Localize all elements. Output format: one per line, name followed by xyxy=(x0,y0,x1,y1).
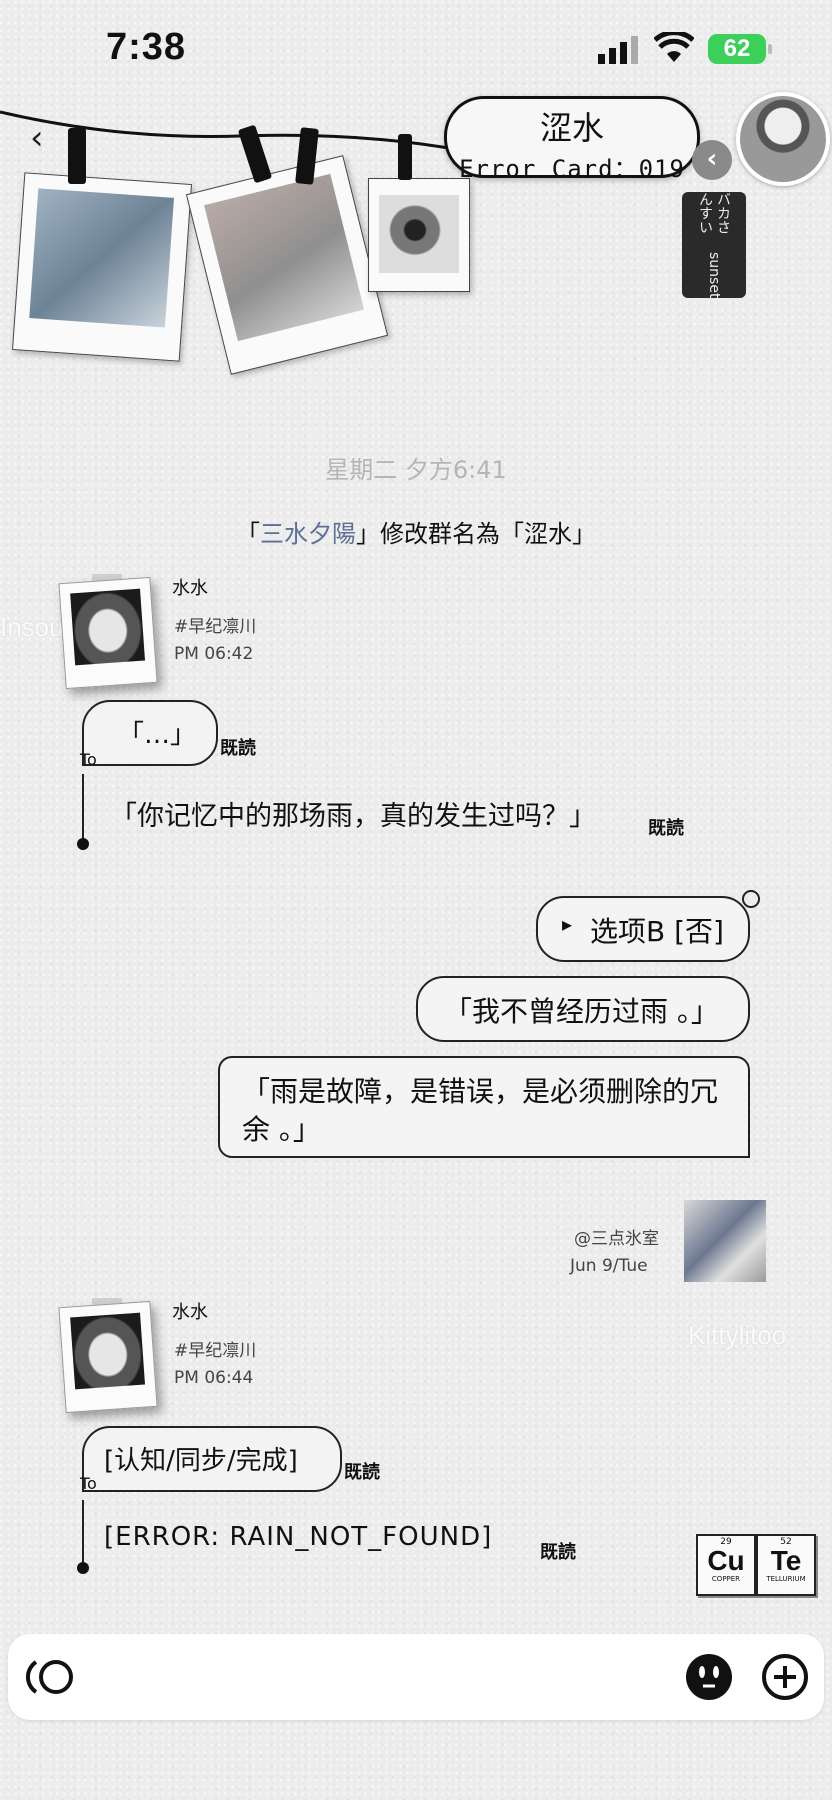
group-name: 涩水 xyxy=(539,109,604,147)
polaroid-eye xyxy=(368,178,470,292)
read-receipt: 既読 xyxy=(648,818,684,839)
avatar-photo xyxy=(70,588,146,666)
status-time: 7:38 xyxy=(106,26,187,68)
quote-text[interactable]: 「你记忆中的那场雨，真的发生过吗？」 xyxy=(110,794,596,833)
message-line-2: 余 。」 xyxy=(242,1113,321,1146)
sender-name: 水水 xyxy=(172,1302,208,1323)
to-label: To xyxy=(80,1474,97,1493)
sticker-tellurium: 52 Te TELLURIUM xyxy=(756,1534,816,1596)
voice-icon[interactable] xyxy=(22,1654,78,1704)
thread-dot xyxy=(77,1562,89,1574)
element-symbol: Cu xyxy=(707,1545,745,1576)
notice-username[interactable]: 三水夕陽 xyxy=(260,520,356,548)
notice-suffix: 」修改群名為「涩水」 xyxy=(356,520,596,548)
self-handle: @三点氷室 xyxy=(574,1229,659,1249)
to-label: To xyxy=(80,750,97,769)
message-text: [认知/同步/完成] xyxy=(104,1446,298,1476)
status-circle xyxy=(742,890,760,908)
outgoing-bubble-long[interactable]: 「雨是故障，是错误，是必须删除的冗 余 。」 xyxy=(218,1056,750,1158)
quote-text[interactable]: [ERROR: RAIN_NOT_FOUND] xyxy=(104,1522,492,1552)
element-name: COPPER xyxy=(711,1575,741,1583)
system-notice: 「三水夕陽」修改群名為「涩水」 xyxy=(0,514,832,549)
sender-tag: #早纪凛川 xyxy=(174,1341,257,1361)
watermark-right: Kittylitoo xyxy=(688,1320,787,1350)
polaroid-notebook xyxy=(185,155,389,375)
signal-icon xyxy=(598,36,642,68)
group-title-pill[interactable]: 涩水 Error Card：019 xyxy=(444,96,700,183)
message-bubble[interactable]: [认知/同步/完成] xyxy=(82,1426,342,1492)
self-avatar[interactable] xyxy=(684,1200,766,1282)
element-symbol: Te xyxy=(770,1545,802,1576)
message-bubble[interactable]: 「…」 xyxy=(82,700,218,766)
wifi-icon xyxy=(653,30,695,68)
message-text: 「…」 xyxy=(118,720,197,750)
thread-line xyxy=(82,1500,84,1568)
side-tab-jp: バカさんすい xyxy=(697,192,731,234)
polaroid-camera xyxy=(11,172,193,362)
clip-1 xyxy=(68,128,86,184)
input-bar[interactable] xyxy=(8,1634,824,1720)
sender-name: 水水 xyxy=(172,578,208,599)
group-avatar[interactable] xyxy=(736,92,830,186)
collapse-chevron-icon[interactable]: ‹ xyxy=(692,140,732,180)
message-line-1: 「雨是故障，是错误，是必须删除的冗 xyxy=(242,1075,719,1108)
read-receipt: 既読 xyxy=(540,1542,576,1563)
thread-dot xyxy=(77,838,89,850)
self-date: Jun 9/Tue xyxy=(570,1256,648,1276)
option-text: 选项B [否] xyxy=(590,915,724,948)
back-chevron-icon[interactable]: ‹ xyxy=(30,118,44,158)
avatar-photo xyxy=(70,1312,146,1390)
read-receipt: 既読 xyxy=(344,1462,380,1483)
side-tab[interactable]: バカさんすい sunset xyxy=(682,192,746,298)
emoji-icon[interactable] xyxy=(684,1652,734,1706)
sender-tag: #早纪凛川 xyxy=(174,617,257,637)
add-icon[interactable] xyxy=(760,1652,810,1706)
system-timestamp: 星期二 夕方6:41 xyxy=(325,456,507,484)
side-tab-en: sunset xyxy=(706,251,722,298)
battery-indicator: 62 xyxy=(708,34,772,64)
message-time: PM 06:42 xyxy=(174,644,254,664)
outgoing-option-bubble[interactable]: ▸ 选项B [否] xyxy=(536,896,750,962)
read-receipt: 既読 xyxy=(220,738,256,759)
clip-4 xyxy=(398,134,412,180)
play-arrow-icon: ▸ xyxy=(562,912,573,936)
element-name: TELLURIUM xyxy=(766,1575,806,1583)
avatar-sender[interactable] xyxy=(58,576,158,690)
avatar-sender[interactable] xyxy=(58,1300,158,1414)
thread-line xyxy=(82,774,84,842)
error-card-label: Error Card：019 xyxy=(459,155,685,183)
sticker-copper: 29 Cu COPPER xyxy=(696,1534,756,1596)
message-time: PM 06:44 xyxy=(174,1368,254,1388)
outgoing-bubble[interactable]: 「我不曾经历过雨 。」 xyxy=(416,976,750,1042)
notice-prefix: 「 xyxy=(236,520,260,548)
message-text: 「我不曾经历过雨 。」 xyxy=(444,995,719,1028)
